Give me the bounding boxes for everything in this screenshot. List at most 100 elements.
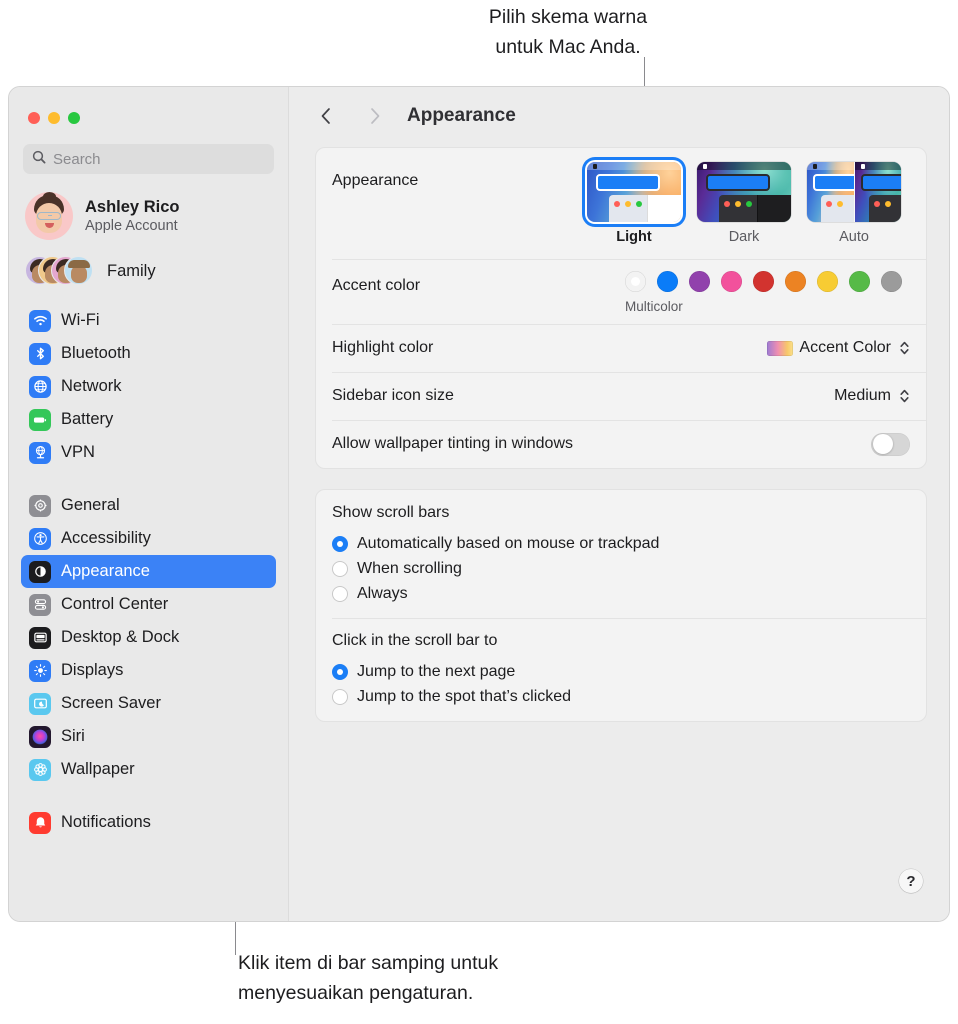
theme-option-auto[interactable]: Auto: [806, 162, 902, 245]
sidebar-item-label: Bluetooth: [61, 344, 131, 363]
highlight-row-label: Highlight color: [332, 339, 433, 357]
sidebar: Ashley Rico Apple Account Family: [9, 87, 289, 921]
radio-option-spot-clicked[interactable]: Jump to the spot that’s clicked: [332, 684, 910, 709]
click-scroll-bar-section: Click in the scroll bar to Jump to the n…: [316, 618, 926, 721]
callout-top-text: Pilih skema warna untuk Mac Anda.: [408, 2, 728, 62]
back-button[interactable]: [311, 101, 341, 131]
sidebar-item-vpn[interactable]: VPN: [21, 436, 276, 469]
sidebar-item-desktop-and-dock[interactable]: Desktop & Dock: [21, 621, 276, 654]
appearance-theme-row: Appearance: [316, 148, 926, 259]
sidebar-item-battery[interactable]: Battery: [21, 403, 276, 436]
show-scroll-bars-title: Show scroll bars: [332, 504, 910, 522]
wallpaper-tinting-toggle[interactable]: [871, 433, 910, 456]
accent-swatch-green[interactable]: [849, 271, 870, 292]
sidebar-item-general[interactable]: General: [21, 489, 276, 522]
family-avatars: [25, 256, 97, 286]
appearance-row-label: Appearance: [332, 162, 418, 190]
sidebar-item-label: VPN: [61, 443, 95, 462]
radio-button[interactable]: [332, 561, 348, 577]
accent-swatch-graphite[interactable]: [881, 271, 902, 292]
help-button[interactable]: ?: [899, 869, 923, 893]
sidebar-item-siri[interactable]: Siri: [21, 720, 276, 753]
sidebar-item-control-center[interactable]: Control Center: [21, 588, 276, 621]
search-field[interactable]: [23, 144, 274, 174]
notifications-icon: [29, 812, 51, 834]
accent-caption: Multicolor: [625, 299, 683, 314]
sidebar-item-displays[interactable]: Displays: [21, 654, 276, 687]
forward-button[interactable]: [359, 101, 389, 131]
detail-pane: Appearance Appearance: [289, 87, 949, 921]
radio-button[interactable]: [332, 664, 348, 680]
minimize-button[interactable]: [48, 112, 60, 124]
radio-option-always[interactable]: Always: [332, 581, 910, 606]
radio-button[interactable]: [332, 536, 348, 552]
accessibility-icon: [29, 528, 51, 550]
radio-option-automatic[interactable]: Automatically based on mouse or trackpad: [332, 531, 910, 556]
theme-thumbnail-light: [587, 162, 681, 222]
sidebar-group-notifications: Notifications: [9, 806, 288, 839]
accent-row-label: Accent color: [332, 271, 420, 295]
theme-option-light[interactable]: Light: [586, 162, 682, 245]
highlight-color-swatch: [767, 341, 793, 356]
close-button[interactable]: [28, 112, 40, 124]
sidebar-icon-size-popup[interactable]: Medium: [834, 387, 910, 405]
radio-label: Always: [357, 585, 408, 603]
accent-swatch-yellow[interactable]: [817, 271, 838, 292]
sidebar-item-label: Network: [61, 377, 122, 396]
sidebar-item-wi-fi[interactable]: Wi-Fi: [21, 304, 276, 337]
apple-account-row[interactable]: Ashley Rico Apple Account: [25, 188, 274, 244]
accent-swatch-orange[interactable]: [785, 271, 806, 292]
radio-button[interactable]: [332, 586, 348, 602]
chevron-updown-icon: [899, 388, 910, 404]
accent-swatch-red[interactable]: [753, 271, 774, 292]
screen-saver-icon: [29, 693, 51, 715]
accent-swatch-purple[interactable]: [689, 271, 710, 292]
sidebar-item-label: Screen Saver: [61, 694, 161, 713]
accent-swatch-multicolor[interactable]: [625, 271, 646, 292]
family-label: Family: [107, 262, 156, 281]
sidebar-item-network[interactable]: Network: [21, 370, 276, 403]
gear-icon: [29, 495, 51, 517]
theme-options: Light: [586, 162, 910, 245]
sidebar-icon-size-label: Sidebar icon size: [332, 387, 454, 405]
accent-swatch-blue[interactable]: [657, 271, 678, 292]
sidebar-item-appearance[interactable]: Appearance: [21, 555, 276, 588]
sidebar-group-system: General Accessibility: [9, 489, 288, 786]
sidebar-item-notifications[interactable]: Notifications: [21, 806, 276, 839]
sidebar-item-label: Control Center: [61, 595, 168, 614]
sidebar-item-bluetooth[interactable]: Bluetooth: [21, 337, 276, 370]
sidebar-item-label: Notifications: [61, 813, 151, 832]
sidebar-item-label: Desktop & Dock: [61, 628, 179, 647]
theme-label: Auto: [839, 229, 869, 245]
sidebar-item-wallpaper[interactable]: Wallpaper: [21, 753, 276, 786]
sidebar-group-network: Wi-Fi Bluetooth: [9, 304, 288, 469]
sidebar-item-family[interactable]: Family: [25, 252, 274, 290]
sidebar-item-accessibility[interactable]: Accessibility: [21, 522, 276, 555]
highlight-color-popup[interactable]: Accent Color: [767, 339, 910, 357]
highlight-color-value: Accent Color: [799, 339, 891, 357]
chevron-updown-icon: [899, 340, 910, 356]
accent-swatch-pink[interactable]: [721, 271, 742, 292]
accent-color-swatches: [625, 271, 910, 292]
zoom-button[interactable]: [68, 112, 80, 124]
displays-icon: [29, 660, 51, 682]
radio-label: Jump to the next page: [357, 663, 515, 681]
accent-color-row: Accent color Mul: [316, 259, 926, 324]
radio-label: Jump to the spot that’s clicked: [357, 688, 571, 706]
bluetooth-icon: [29, 343, 51, 365]
sidebar-item-label: Appearance: [61, 562, 150, 581]
account-name: Ashley Rico: [85, 198, 179, 217]
search-icon: [32, 150, 46, 169]
radio-button[interactable]: [332, 689, 348, 705]
sidebar-item-label: General: [61, 496, 120, 515]
radio-option-when-scrolling[interactable]: When scrolling: [332, 556, 910, 581]
page-title: Appearance: [407, 105, 516, 127]
sidebar-item-label: Battery: [61, 410, 113, 429]
radio-option-next-page[interactable]: Jump to the next page: [332, 659, 910, 684]
battery-icon: [29, 409, 51, 431]
sidebar-item-screen-saver[interactable]: Screen Saver: [21, 687, 276, 720]
search-input[interactable]: [53, 151, 265, 168]
theme-option-dark[interactable]: Dark: [696, 162, 792, 245]
radio-label: Automatically based on mouse or trackpad: [357, 535, 659, 553]
sidebar-icon-size-row: Sidebar icon size Medium: [316, 372, 926, 420]
